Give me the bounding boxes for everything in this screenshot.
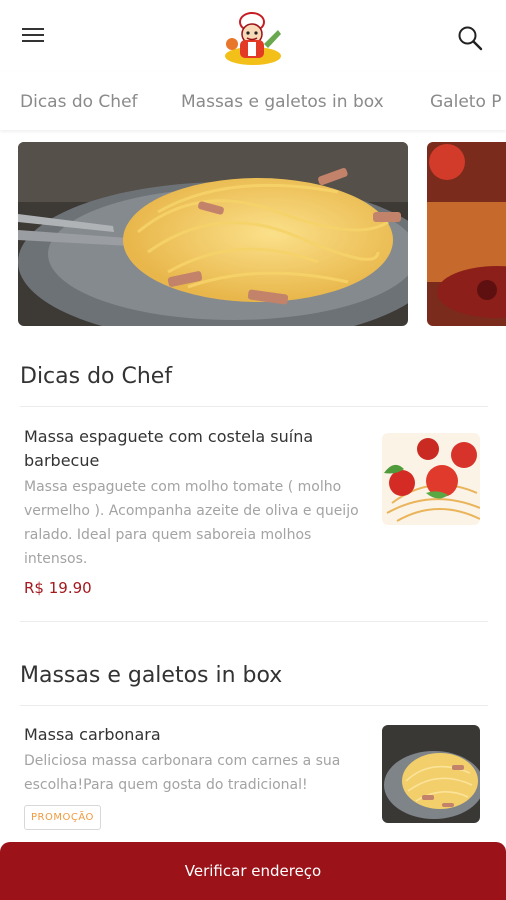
- section-title-dicas-do-chef: Dicas do Chef: [20, 364, 173, 389]
- item-image-carbonara: [382, 725, 480, 823]
- banner-carousel[interactable]: [0, 142, 506, 328]
- search-icon[interactable]: [456, 24, 484, 52]
- section-divider: [20, 705, 488, 706]
- verify-address-button[interactable]: Verificar endereço: [0, 842, 506, 900]
- promo-badge: PROMOÇÃO: [24, 805, 101, 830]
- banner-pasta-image[interactable]: [18, 142, 408, 326]
- item-divider: [20, 621, 488, 622]
- section-title-massas-e-galetos: Massas e galetos in box: [20, 663, 283, 688]
- tab-dicas-do-chef[interactable]: Dicas do Chef: [20, 92, 138, 112]
- item-name: Massa carbonara: [24, 725, 161, 744]
- tab-galeto[interactable]: Galeto P: [430, 92, 502, 112]
- item-description: Deliciosa massa carbonara com carnes a s…: [24, 753, 341, 793]
- banner-dessert-image[interactable]: [427, 142, 506, 326]
- category-tabs: Dicas do Chef Massas e galetos in box Ga…: [0, 72, 506, 130]
- item-description: Massa espaguete com molho tomate ( molho…: [24, 479, 359, 567]
- chef-mascot-logo[interactable]: [218, 4, 288, 68]
- section-divider: [20, 406, 488, 407]
- top-bar: [0, 0, 506, 72]
- item-name: Massa espaguete com costela suína barbec…: [24, 427, 314, 470]
- item-price: R$ 19.90: [24, 579, 92, 597]
- tab-massas-e-galetos-in-box[interactable]: Massas e galetos in box: [181, 92, 384, 112]
- menu-item-massa-espaguete[interactable]: Massa espaguete com costela suína barbec…: [24, 425, 490, 597]
- item-image-espaguete: [382, 433, 480, 525]
- hamburger-menu-icon[interactable]: [22, 26, 48, 46]
- menu-item-massa-carbonara[interactable]: Massa carbonara Deliciosa massa carbonar…: [24, 723, 490, 830]
